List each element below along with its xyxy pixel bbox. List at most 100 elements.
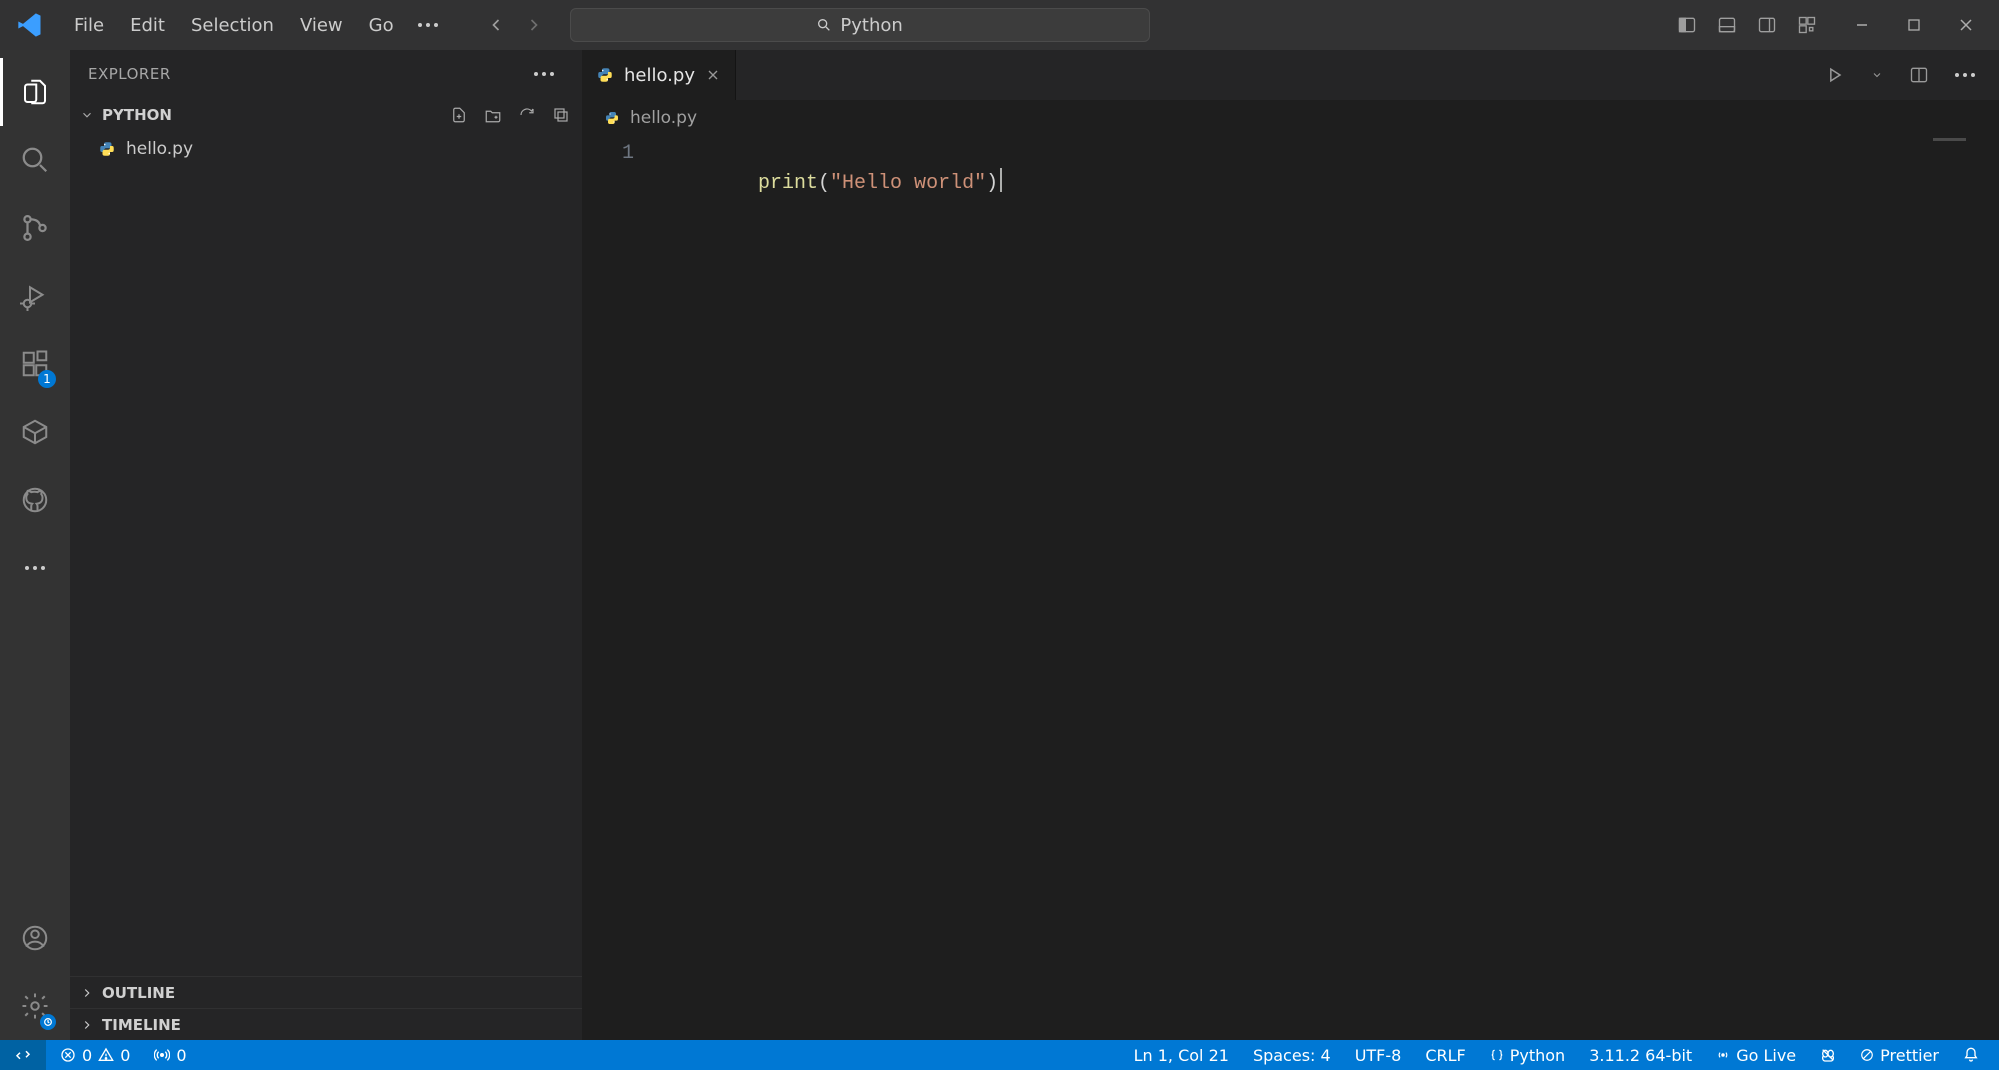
cursor-position[interactable]: Ln 1, Col 21 — [1124, 1040, 1239, 1070]
indentation[interactable]: Spaces: 4 — [1243, 1040, 1341, 1070]
warning-count: 0 — [120, 1046, 130, 1065]
code-token-fn: print — [758, 172, 818, 195]
new-file-icon[interactable] — [446, 102, 472, 128]
collapse-all-icon[interactable] — [548, 102, 574, 128]
activity-run-debug[interactable] — [0, 262, 70, 330]
search-icon — [816, 17, 832, 33]
code-editor[interactable]: 1 print("Hello world") — [582, 136, 1999, 1040]
block-icon — [1860, 1048, 1874, 1062]
outline-label: OUTLINE — [102, 984, 175, 1002]
python-file-icon — [604, 110, 620, 126]
window-close[interactable] — [1943, 9, 1989, 41]
code-content[interactable]: print("Hello world") — [662, 136, 1999, 226]
breadcrumb[interactable]: hello.py — [582, 100, 1999, 136]
window-minimize[interactable] — [1839, 9, 1885, 41]
notifications[interactable] — [1953, 1040, 1989, 1070]
ports-indicator[interactable]: 0 — [144, 1040, 196, 1070]
file-tree-item[interactable]: hello.py — [70, 132, 582, 166]
timeline-panel[interactable]: TIMELINE — [70, 1008, 582, 1040]
activity-accounts[interactable] — [0, 904, 70, 972]
customize-layout-icon[interactable] — [1791, 9, 1823, 41]
ports-count: 0 — [176, 1046, 186, 1065]
language-mode[interactable]: Python — [1480, 1040, 1575, 1070]
editor-more[interactable] — [1945, 73, 1985, 77]
go-live-label: Go Live — [1736, 1046, 1796, 1065]
activity-bar: 1 — [0, 50, 70, 1040]
encoding[interactable]: UTF-8 — [1345, 1040, 1412, 1070]
explorer-sidebar: EXPLORER PYTHON hello.py OUTLINE TIMELIN… — [70, 50, 582, 1040]
prettier-label: Prettier — [1880, 1046, 1939, 1065]
folder-name: PYTHON — [102, 106, 172, 124]
nav-back[interactable] — [480, 9, 512, 41]
gutter: 1 — [582, 136, 652, 1040]
code-token-paren: ( — [818, 172, 830, 195]
run-button[interactable] — [1819, 59, 1851, 91]
code-token-paren: ) — [986, 172, 998, 195]
python-file-icon — [596, 66, 614, 84]
eol[interactable]: CRLF — [1415, 1040, 1475, 1070]
explorer-more[interactable] — [524, 72, 564, 76]
outline-panel[interactable]: OUTLINE — [70, 976, 582, 1008]
braces-icon — [1490, 1048, 1504, 1062]
activity-search[interactable] — [0, 126, 70, 194]
timeline-label: TIMELINE — [102, 1016, 181, 1034]
editor-area: hello.py hello.py 1 print("Hello world") — [582, 50, 1999, 1040]
menu-view[interactable]: View — [288, 9, 355, 42]
copilot-icon — [1820, 1047, 1836, 1063]
menu-go[interactable]: Go — [357, 9, 406, 42]
nav-forward[interactable] — [518, 9, 550, 41]
activity-github[interactable] — [0, 466, 70, 534]
activity-settings[interactable] — [0, 972, 70, 1040]
editor-tab-active[interactable]: hello.py — [582, 50, 736, 100]
go-live[interactable]: Go Live — [1706, 1040, 1806, 1070]
menu-overflow[interactable] — [408, 9, 448, 42]
menu-edit[interactable]: Edit — [118, 9, 177, 42]
bell-icon — [1963, 1047, 1979, 1063]
explorer-title: EXPLORER — [88, 65, 171, 83]
folder-header[interactable]: PYTHON — [70, 98, 582, 132]
extensions-badge: 1 — [38, 370, 56, 388]
new-folder-icon[interactable] — [480, 102, 506, 128]
close-icon[interactable] — [705, 67, 721, 83]
file-name: hello.py — [126, 139, 193, 159]
menu-selection[interactable]: Selection — [179, 9, 286, 42]
broadcast-icon — [1716, 1048, 1730, 1062]
activity-explorer[interactable] — [0, 58, 70, 126]
activity-more[interactable] — [0, 534, 70, 602]
layout-controls — [1671, 9, 1823, 41]
window-maximize[interactable] — [1891, 9, 1937, 41]
activity-source-control[interactable] — [0, 194, 70, 262]
python-interpreter[interactable]: 3.11.2 64-bit — [1579, 1040, 1702, 1070]
copilot-status[interactable] — [1810, 1040, 1846, 1070]
minimap[interactable] — [1933, 138, 1993, 152]
toggle-primary-sidebar-icon[interactable] — [1671, 9, 1703, 41]
language-label: Python — [1510, 1046, 1565, 1065]
chevron-down-icon — [80, 108, 94, 122]
breadcrumb-file: hello.py — [630, 108, 697, 128]
activity-extensions[interactable]: 1 — [0, 330, 70, 398]
problems-indicator[interactable]: 0 0 — [50, 1040, 140, 1070]
toggle-secondary-sidebar-icon[interactable] — [1751, 9, 1783, 41]
title-bar: File Edit Selection View Go Python — [0, 0, 1999, 50]
refresh-icon[interactable] — [514, 102, 540, 128]
remote-indicator[interactable] — [0, 1040, 46, 1070]
search-placeholder: Python — [840, 15, 902, 36]
command-center-search[interactable]: Python — [570, 8, 1150, 42]
tab-label: hello.py — [624, 65, 695, 86]
status-bar: 0 0 0 Ln 1, Col 21 Spaces: 4 UTF-8 CRLF … — [0, 1040, 1999, 1070]
menu-bar: File Edit Selection View Go — [62, 9, 448, 42]
settings-sync-badge — [40, 1014, 56, 1030]
error-count: 0 — [82, 1046, 92, 1065]
vscode-logo — [16, 11, 44, 39]
toggle-panel-icon[interactable] — [1711, 9, 1743, 41]
run-dropdown[interactable] — [1861, 59, 1893, 91]
split-editor-icon[interactable] — [1903, 59, 1935, 91]
prettier-status[interactable]: Prettier — [1850, 1040, 1949, 1070]
chevron-right-icon — [80, 1018, 94, 1032]
menu-file[interactable]: File — [62, 9, 116, 42]
error-icon — [60, 1047, 76, 1063]
activity-containers[interactable] — [0, 398, 70, 466]
python-file-icon — [98, 140, 116, 158]
explorer-header: EXPLORER — [70, 50, 582, 98]
code-token-string: "Hello world" — [830, 172, 986, 195]
